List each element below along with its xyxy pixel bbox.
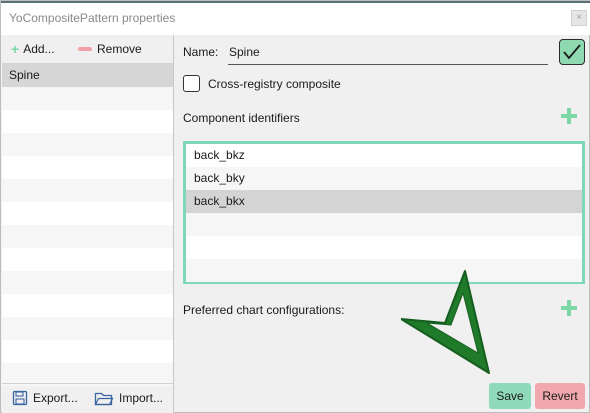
component-identifiers-label: Component identifiers	[183, 111, 300, 125]
list-item[interactable]	[186, 213, 582, 236]
preferred-chart-label: Preferred chart configurations:	[183, 303, 345, 317]
close-icon: ×	[576, 12, 582, 23]
pattern-details-panel: Name: Cross-registry composite Component…	[175, 35, 589, 413]
list-item[interactable]	[2, 179, 173, 202]
list-item[interactable]	[2, 317, 173, 340]
properties-window: YoCompositePattern properties × + Add...…	[0, 0, 590, 413]
list-item[interactable]	[2, 225, 173, 248]
add-button-label: Add...	[23, 42, 55, 56]
list-item[interactable]	[2, 202, 173, 225]
pattern-list-panel: + Add... Remove Spine Export... Import..…	[2, 35, 174, 413]
list-item[interactable]: back_bky	[186, 167, 582, 190]
list-item[interactable]	[2, 87, 173, 110]
list-item[interactable]	[2, 248, 173, 271]
import-button[interactable]: Import...	[94, 390, 163, 406]
cross-registry-checkbox[interactable]	[183, 75, 200, 92]
list-item[interactable]	[2, 133, 173, 156]
list-item[interactable]: back_bkz	[186, 144, 582, 167]
list-item[interactable]	[2, 156, 173, 179]
minus-icon	[78, 47, 92, 51]
import-button-label: Import...	[119, 391, 164, 405]
add-component-button[interactable]	[560, 107, 578, 125]
add-chart-config-button[interactable]	[560, 299, 578, 317]
list-item[interactable]: Spine	[2, 64, 173, 87]
name-label: Name:	[183, 45, 219, 59]
floppy-disk-icon	[12, 390, 28, 406]
name-field[interactable]	[228, 40, 548, 65]
list-item[interactable]	[186, 259, 582, 282]
import-export-bar: Export... Import...	[2, 383, 174, 413]
plus-icon: +	[11, 41, 20, 57]
checkmark-icon	[563, 44, 581, 60]
add-button[interactable]: + Add...	[11, 40, 55, 58]
component-identifier-list[interactable]: back_bkz back_bky back_bkx	[183, 141, 585, 284]
list-item[interactable]	[2, 340, 173, 363]
window-title: YoCompositePattern properties	[9, 11, 176, 25]
list-item[interactable]: back_bkx	[186, 190, 582, 213]
close-button[interactable]: ×	[571, 10, 587, 26]
arrow-pointer-icon	[401, 270, 490, 374]
cross-registry-label: Cross-registry composite	[208, 77, 341, 91]
remove-button[interactable]: Remove	[78, 40, 142, 58]
save-button[interactable]: Save	[489, 383, 531, 409]
folder-icon	[94, 392, 114, 406]
export-button-label: Export...	[33, 391, 78, 405]
remove-button-label: Remove	[97, 42, 142, 56]
confirm-name-button[interactable]	[559, 39, 585, 65]
title-bar: YoCompositePattern properties ×	[1, 1, 590, 35]
list-item[interactable]	[2, 294, 173, 317]
export-button[interactable]: Export...	[12, 390, 78, 406]
pattern-list[interactable]: Spine	[2, 63, 173, 386]
list-item[interactable]	[2, 110, 173, 133]
revert-button[interactable]: Revert	[535, 383, 585, 409]
list-item[interactable]	[2, 271, 173, 294]
list-item[interactable]	[186, 236, 582, 259]
